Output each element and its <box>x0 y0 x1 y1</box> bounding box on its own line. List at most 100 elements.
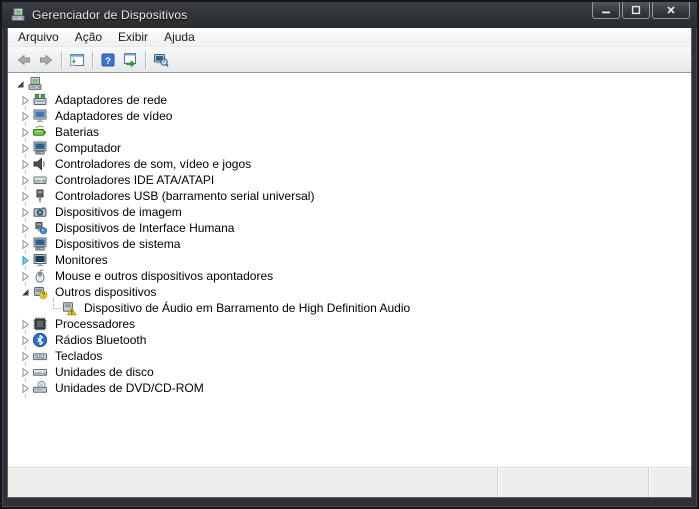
menu-acao[interactable]: Ação <box>67 28 110 46</box>
statusbar-section <box>497 468 648 497</box>
tree-item[interactable]: Processadores <box>8 316 691 332</box>
expander-collapsed-icon[interactable] <box>19 268 32 284</box>
dvd-drive-icon <box>32 380 48 396</box>
expander-collapsed-icon[interactable] <box>19 236 32 252</box>
toolbar: ? <box>8 47 691 73</box>
expander-collapsed-icon[interactable] <box>19 332 32 348</box>
tree-item[interactable]: Adaptadores de rede <box>8 92 691 108</box>
device-manager-icon <box>10 7 26 23</box>
network-adapter-icon <box>32 92 48 108</box>
properties-icon <box>122 52 138 68</box>
expander-collapsed-icon[interactable] <box>19 156 32 172</box>
tree-item-label[interactable]: Monitores <box>53 252 110 268</box>
tree-item[interactable]: Baterias <box>8 124 691 140</box>
toolbar-separator <box>61 51 62 69</box>
expander-collapsed-icon[interactable] <box>19 348 32 364</box>
tree-item[interactable]: Dispositivo de Áudio em Barramento de Hi… <box>8 300 691 316</box>
tree-connector <box>48 300 61 316</box>
menu-ajuda[interactable]: Ajuda <box>156 28 203 46</box>
titlebar[interactable]: Gerenciador de Dispositivos <box>2 2 697 28</box>
help-button[interactable]: ? <box>97 49 119 71</box>
scan-hardware-icon <box>153 52 169 68</box>
tree-item[interactable]: Computador <box>8 140 691 156</box>
minimize-icon <box>600 4 612 16</box>
tree-item[interactable]: Adaptadores de vídeo <box>8 108 691 124</box>
sound-controller-icon <box>32 156 48 172</box>
imaging-device-icon <box>32 204 48 220</box>
tree-item[interactable]: Unidades de DVD/CD-ROM <box>8 380 691 396</box>
tree-item-label[interactable]: Adaptadores de vídeo <box>53 108 174 124</box>
tree-item-label[interactable]: Controladores USB (barramento serial uni… <box>53 188 316 204</box>
tree-item-label[interactable]: Computador <box>53 140 123 156</box>
svg-text:?: ? <box>105 56 111 67</box>
tree-item-label[interactable]: Outros dispositivos <box>53 284 158 300</box>
tree-item-label[interactable]: Mouse e outros dispositivos apontadores <box>53 268 275 284</box>
expander-collapsed-icon[interactable] <box>19 316 32 332</box>
minimize-button[interactable] <box>592 2 620 19</box>
tree-item-label[interactable]: Adaptadores de rede <box>53 92 169 108</box>
tree-item[interactable]: Dispositivos de imagem <box>8 204 691 220</box>
tree-item[interactable]: Dispositivos de Interface Humana <box>8 220 691 236</box>
maximize-button[interactable] <box>622 2 650 19</box>
tree-item[interactable] <box>8 76 691 92</box>
keyboard-icon <box>32 348 48 364</box>
client-area: Arquivo Ação Exibir Ajuda ? Adaptadores … <box>8 28 691 497</box>
tree-item-label[interactable]: Teclados <box>53 348 104 364</box>
bluetooth-icon <box>32 332 48 348</box>
tree-item-label[interactable]: Dispositivo de Áudio em Barramento de Hi… <box>82 300 412 316</box>
window-title: Gerenciador de Dispositivos <box>32 8 187 22</box>
tree-item-label[interactable]: Dispositivos de imagem <box>53 204 184 220</box>
tree-item[interactable]: ?Outros dispositivos <box>8 284 691 300</box>
statusbar <box>8 467 691 497</box>
scan-hardware-button[interactable] <box>150 49 172 71</box>
tree-item-label[interactable]: Processadores <box>53 316 137 332</box>
expander-collapsed-icon[interactable] <box>19 108 32 124</box>
expander-collapsed-icon[interactable] <box>19 188 32 204</box>
show-console-tree-button[interactable] <box>66 49 88 71</box>
close-button[interactable] <box>652 2 690 19</box>
tree-item[interactable]: Unidades de disco <box>8 364 691 380</box>
tree-item[interactable]: Mouse e outros dispositivos apontadores <box>8 268 691 284</box>
forward-button[interactable] <box>35 49 57 71</box>
help-icon: ? <box>100 52 116 68</box>
tree-item[interactable]: Dispositivos de sistema <box>8 236 691 252</box>
tree-item-label[interactable]: Rádios Bluetooth <box>53 332 148 348</box>
console-tree-icon <box>69 52 85 68</box>
expander-collapsed-icon[interactable] <box>19 92 32 108</box>
tree-item[interactable]: Controladores de som, vídeo e jogos <box>8 156 691 172</box>
menu-arquivo[interactable]: Arquivo <box>10 28 67 46</box>
device-tree[interactable]: Adaptadores de redeAdaptadores de vídeoB… <box>8 73 691 396</box>
tree-item[interactable]: Controladores USB (barramento serial uni… <box>8 188 691 204</box>
tree-item[interactable]: Monitores <box>8 252 691 268</box>
tree-item-label[interactable]: Baterias <box>53 124 101 140</box>
expander-collapsed-icon[interactable] <box>19 220 32 236</box>
battery-icon <box>32 124 48 140</box>
tree-item[interactable]: Rádios Bluetooth <box>8 332 691 348</box>
expander-collapsed-icon[interactable] <box>19 204 32 220</box>
expander-collapsed-icon[interactable] <box>19 364 32 380</box>
tree-item-label[interactable]: Dispositivos de sistema <box>53 236 182 252</box>
statusbar-section <box>8 468 497 497</box>
tree-item[interactable]: Controladores IDE ATA/ATAPI <box>8 172 691 188</box>
back-button[interactable] <box>13 49 35 71</box>
properties-button[interactable] <box>119 49 141 71</box>
tree-item-label[interactable]: Controladores IDE ATA/ATAPI <box>53 172 216 188</box>
menu-exibir[interactable]: Exibir <box>110 28 156 46</box>
tree-item-label[interactable]: Unidades de disco <box>53 364 156 380</box>
maximize-icon <box>630 4 642 16</box>
tree-item-label[interactable]: Dispositivos de Interface Humana <box>53 220 236 236</box>
expander-expanded-icon[interactable] <box>19 284 32 300</box>
tree-item[interactable]: Teclados <box>8 348 691 364</box>
toolbar-separator <box>145 51 146 69</box>
expander-collapsed-icon[interactable] <box>19 140 32 156</box>
tree-item-label[interactable]: Unidades de DVD/CD-ROM <box>53 380 206 396</box>
expander-collapsed-icon[interactable] <box>19 124 32 140</box>
back-arrow-icon <box>16 52 32 68</box>
expander-collapsed-icon[interactable] <box>19 172 32 188</box>
tree-item-label[interactable]: Controladores de som, vídeo e jogos <box>53 156 253 172</box>
expander-collapsed-icon[interactable] <box>19 380 32 396</box>
expander-collapsed-icon[interactable] <box>19 252 32 268</box>
expander-expanded-icon[interactable] <box>14 76 27 92</box>
computer-root-icon <box>27 76 43 92</box>
display-adapter-icon <box>32 108 48 124</box>
